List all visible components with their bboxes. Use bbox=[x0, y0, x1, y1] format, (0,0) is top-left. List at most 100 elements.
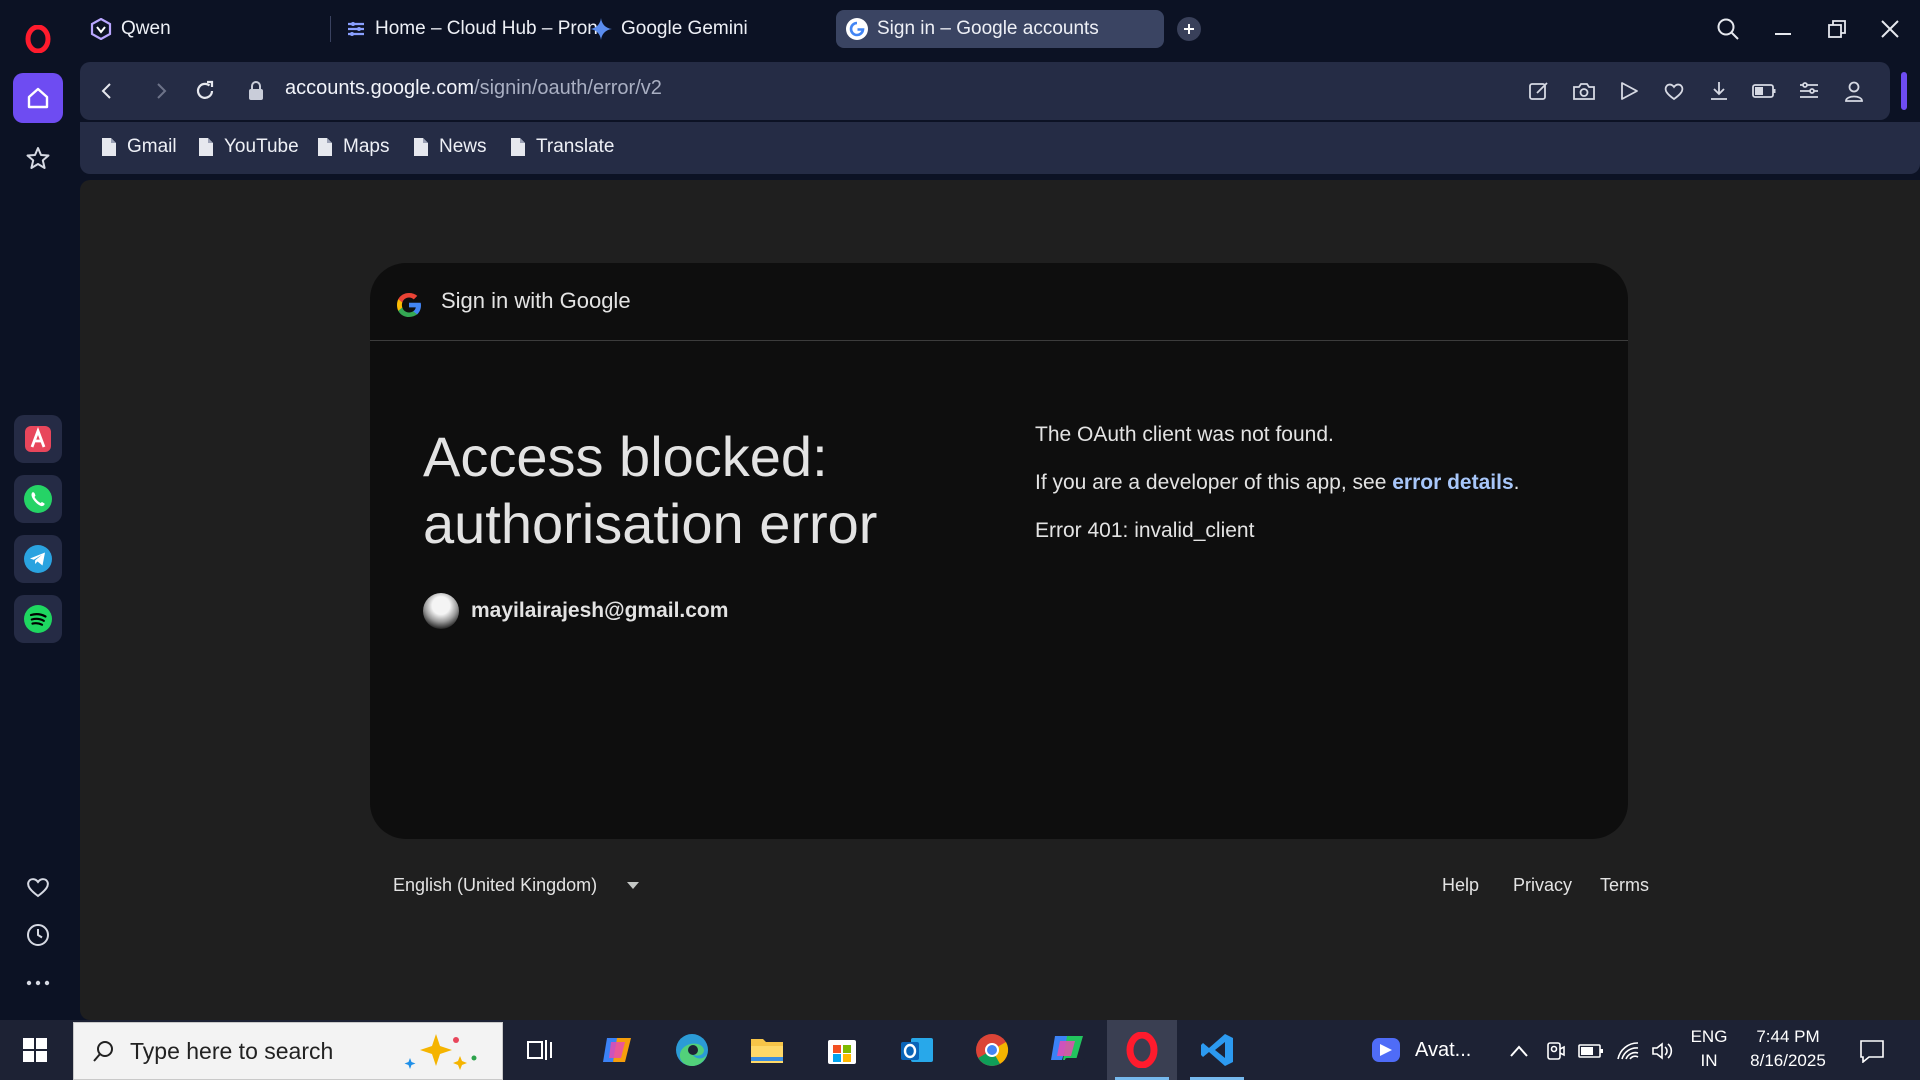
downloads-button[interactable] bbox=[1703, 75, 1735, 107]
developer-hint: If you are a developer of this app, see … bbox=[1035, 471, 1519, 519]
easy-setup-button[interactable] bbox=[1793, 75, 1825, 107]
tab-title: Google Gemini bbox=[621, 18, 748, 39]
heart-icon bbox=[1664, 83, 1684, 101]
url-path: /signin/oauth/error/v2 bbox=[474, 77, 662, 99]
minimize-button[interactable] bbox=[1766, 12, 1800, 46]
sidebar-home-button[interactable] bbox=[13, 73, 63, 123]
taskbar-vscode[interactable] bbox=[1182, 1020, 1252, 1080]
tab-gemini[interactable]: Google Gemini bbox=[580, 10, 820, 48]
tab-search-button[interactable] bbox=[1711, 12, 1745, 46]
sidebar-panel-indicator bbox=[1901, 72, 1907, 110]
bookmark-news[interactable]: News bbox=[413, 136, 487, 158]
sidebar-app-spotify[interactable] bbox=[14, 595, 62, 643]
bookmark-maps[interactable]: Maps bbox=[317, 136, 389, 158]
sidebar-pinboards-button[interactable] bbox=[13, 133, 63, 183]
windows-logo-icon bbox=[23, 1038, 47, 1062]
clock-date: 8/16/2025 bbox=[1750, 1051, 1826, 1070]
taskbar-search-input[interactable]: Type here to search bbox=[73, 1022, 503, 1080]
footer-privacy-link[interactable]: Privacy bbox=[1513, 875, 1572, 896]
error-message: The OAuth client was not found. bbox=[1035, 423, 1334, 446]
tab-qwen[interactable]: Qwen bbox=[80, 10, 320, 48]
tab-title: Qwen bbox=[121, 18, 171, 39]
footer-help-link[interactable]: Help bbox=[1442, 875, 1479, 896]
bookmark-youtube[interactable]: YouTube bbox=[198, 136, 299, 158]
clock[interactable]: 7:44 PM 8/16/2025 bbox=[1740, 1027, 1836, 1071]
forward-button[interactable] bbox=[143, 73, 179, 109]
url-field[interactable]: accounts.google.com/signin/oauth/error/v… bbox=[285, 77, 662, 100]
taskbar-chrome[interactable] bbox=[957, 1020, 1027, 1080]
volume-icon bbox=[1652, 1042, 1673, 1060]
sidebar-more-button[interactable] bbox=[13, 958, 63, 1008]
bookmark-gmail[interactable]: Gmail bbox=[101, 136, 177, 158]
error-details: The OAuth client was not found. If you a… bbox=[1035, 423, 1519, 567]
taskbar-store[interactable] bbox=[807, 1020, 877, 1080]
cloudhub-icon bbox=[348, 22, 364, 36]
tray-volume[interactable] bbox=[1650, 1038, 1676, 1064]
opera-icon bbox=[1126, 1032, 1158, 1068]
windows-taskbar: Type here to search Avat... ENG IN 7:44 … bbox=[0, 1020, 1920, 1080]
tab-google-signin[interactable]: Sign in – Google accounts bbox=[836, 10, 1164, 48]
taskbar-outlook[interactable] bbox=[882, 1020, 952, 1080]
account-chip[interactable]: mayilairajesh@gmail.com bbox=[423, 593, 728, 629]
bookmark-label: Maps bbox=[343, 136, 390, 157]
close-window-button[interactable] bbox=[1873, 12, 1907, 46]
aria-icon bbox=[25, 426, 51, 452]
tray-meet-now[interactable] bbox=[1543, 1038, 1569, 1064]
page-icon bbox=[199, 138, 213, 156]
taskbar-copilot[interactable] bbox=[582, 1020, 652, 1080]
flow-send-button[interactable] bbox=[1613, 75, 1645, 107]
restore-button[interactable] bbox=[1820, 12, 1854, 46]
tab-strip: Qwen Home – Cloud Hub – Pron Google Gemi… bbox=[76, 0, 1920, 58]
site-info-button[interactable] bbox=[238, 73, 274, 109]
search-placeholder: Type here to search bbox=[130, 1037, 334, 1064]
tray-wifi[interactable] bbox=[1615, 1038, 1641, 1064]
lang-code: ENG bbox=[1690, 1027, 1728, 1046]
input-language-indicator[interactable]: ENG IN bbox=[1686, 1027, 1732, 1071]
taskbar-edge[interactable] bbox=[657, 1020, 727, 1080]
sidebar-history-button[interactable] bbox=[13, 910, 63, 960]
search-icon bbox=[1717, 18, 1739, 40]
reload-button[interactable] bbox=[187, 73, 223, 109]
spotify-icon bbox=[24, 605, 52, 633]
taskbar-zoom-avatar[interactable]: Avat... bbox=[1363, 1020, 1483, 1080]
gemini-icon bbox=[590, 18, 612, 40]
taskbar-opera[interactable] bbox=[1107, 1020, 1177, 1080]
page-viewport: Sign in with Google Access blocked: auth… bbox=[80, 180, 1920, 1020]
battery-saver-button[interactable] bbox=[1748, 75, 1780, 107]
taskbar-file-explorer[interactable] bbox=[732, 1020, 802, 1080]
google-icon bbox=[846, 18, 868, 40]
sidebar-favorites-button[interactable] bbox=[13, 862, 63, 912]
sidebar-app-telegram[interactable] bbox=[14, 535, 62, 583]
bookmark-translate[interactable]: Translate bbox=[510, 136, 615, 158]
start-button[interactable] bbox=[10, 1030, 60, 1070]
snapshot-button[interactable] bbox=[1568, 75, 1600, 107]
qwen-icon bbox=[90, 18, 112, 40]
page-icon bbox=[511, 138, 525, 156]
back-button[interactable] bbox=[89, 73, 125, 109]
language-selector[interactable]: English (United Kingdom) bbox=[393, 875, 640, 896]
folder-icon bbox=[751, 1039, 783, 1063]
bookmark-label: News bbox=[439, 136, 487, 157]
tray-overflow-button[interactable] bbox=[1506, 1038, 1532, 1064]
whatsapp-icon bbox=[24, 485, 52, 513]
close-icon bbox=[1881, 20, 1899, 38]
footer-terms-link[interactable]: Terms bbox=[1600, 875, 1649, 896]
taskbar-m365-copilot[interactable] bbox=[1032, 1020, 1102, 1080]
new-tab-button[interactable] bbox=[1177, 17, 1201, 41]
sidebar-app-whatsapp[interactable] bbox=[14, 475, 62, 523]
opera-menu-button[interactable] bbox=[13, 14, 63, 64]
sidebar-app-aria[interactable] bbox=[14, 415, 62, 463]
tray-battery[interactable] bbox=[1578, 1038, 1604, 1064]
snap-edit-button[interactable] bbox=[1523, 75, 1555, 107]
task-view-button[interactable] bbox=[505, 1020, 575, 1080]
bookmark-heart-button[interactable] bbox=[1658, 75, 1690, 107]
error-details-link[interactable]: error details bbox=[1392, 471, 1513, 494]
notification-center-button[interactable] bbox=[1857, 1036, 1887, 1066]
plus-icon bbox=[1184, 24, 1194, 34]
page-icon bbox=[414, 138, 428, 156]
lang-region: IN bbox=[1700, 1051, 1718, 1070]
bookmark-label: YouTube bbox=[224, 136, 299, 157]
profile-button[interactable] bbox=[1838, 75, 1870, 107]
lock-icon bbox=[249, 81, 263, 100]
tab-separator bbox=[330, 16, 331, 42]
